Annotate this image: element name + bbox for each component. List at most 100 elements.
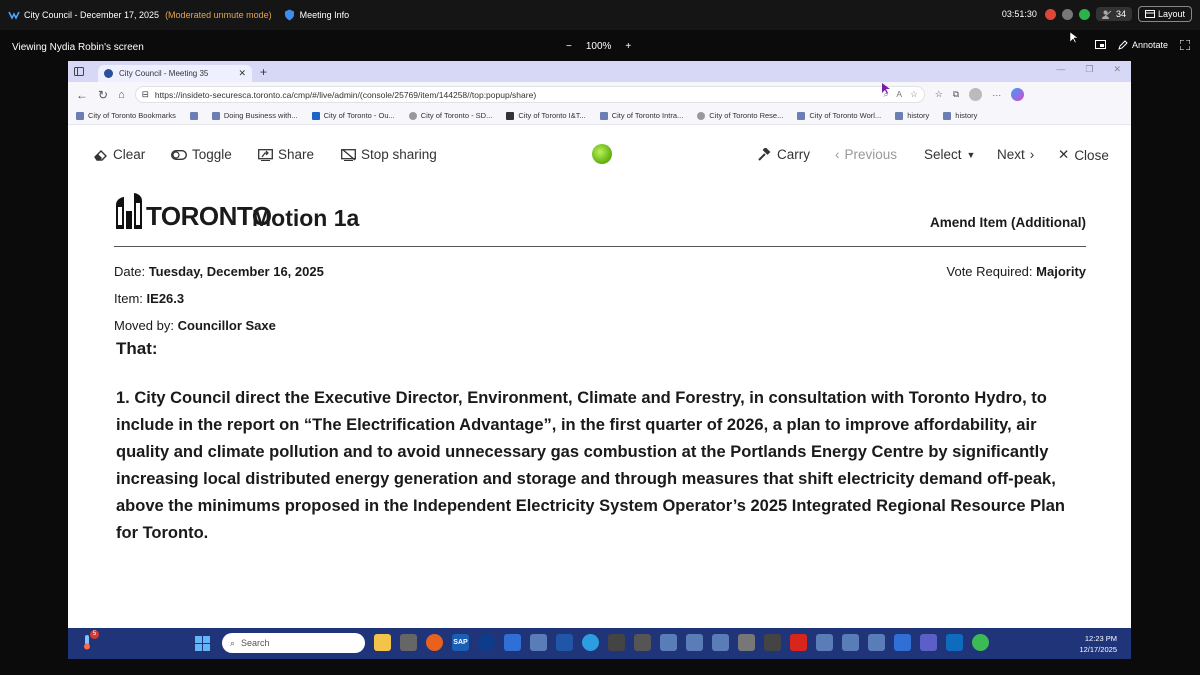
popout-icon[interactable] [1094,40,1106,50]
tab-actions-icon[interactable] [74,67,84,76]
new-tab-icon[interactable]: + [260,65,267,79]
file-explorer-icon[interactable] [374,634,391,651]
profile-avatar[interactable] [969,88,983,101]
layout-button[interactable]: Layout [1137,6,1192,22]
stop-sharing-button[interactable]: Stop sharing [341,147,437,162]
bookmark-app-icon[interactable] [660,634,677,651]
globe-icon [408,111,417,120]
share-button[interactable]: Share [258,147,314,162]
home-icon[interactable]: ⌂ [118,89,125,101]
toggle-button[interactable]: Toggle [171,147,232,162]
taskbar-clock[interactable]: 12:23 PM 12/17/2025 [1079,633,1117,655]
eraser-icon [94,149,107,161]
site-favicon-icon [104,69,113,78]
bookmark-icon [943,111,952,120]
chevron-right-icon: › [1029,147,1035,162]
item-row: Item: IE26.3 [114,291,184,306]
address-row: ← ↻ ⌂ ⊟ https://insideto-securesca.toron… [68,82,1131,107]
clear-button[interactable]: Clear [94,147,145,162]
favorites-icon[interactable]: ☆ [935,89,943,100]
browser-tab[interactable]: City Council - Meeting 35 ✕ [98,65,252,82]
window-close-icon[interactable]: ✕ [1113,64,1121,75]
bookmark-app-icon[interactable] [868,634,885,651]
globe-app-icon[interactable] [478,634,495,651]
recording-icon[interactable] [1044,8,1056,20]
moved-by-value: Councillor Saxe [177,318,276,333]
address-bar[interactable]: ⊟ https://insideto-securesca.toronto.ca/… [134,86,925,103]
meeting-info-button[interactable]: Meeting Info [300,10,350,20]
back-icon[interactable]: ← [76,88,88,102]
motion-header: TORONTO Motion 1a Amend Item (Additional… [114,191,1086,247]
teams-icon[interactable] [920,634,937,651]
chrome-icon[interactable] [972,634,989,651]
date-row: Date: Tuesday, December 16, 2025 [114,264,324,279]
app-icon[interactable] [894,634,911,651]
bookmark-item[interactable]: City of Toronto Bookmarks [76,111,176,120]
app-icon[interactable] [400,634,417,651]
bookmark-item[interactable]: City of Toronto Rese... [697,111,783,120]
edge-icon[interactable] [582,634,599,651]
windows-start-icon[interactable] [195,636,210,651]
firefox-icon[interactable] [426,634,443,651]
previous-button[interactable]: ‹ Previous [835,147,897,162]
read-aloud-icon[interactable]: A [896,89,902,100]
bookmark-app-icon[interactable] [816,634,833,651]
connection-status-icon[interactable] [1078,8,1090,20]
bookmark-item[interactable]: City of Toronto - Ou... [311,111,395,120]
sap-icon[interactable]: SAP [452,634,469,651]
bookmark-item[interactable]: history [895,111,929,120]
zoom-control: − 100% + [566,41,631,52]
bookmark-item[interactable]: City of Toronto Intra... [599,111,683,120]
layout-icon [1144,10,1155,18]
annotate-label: Annotate [1131,40,1168,50]
close-button[interactable]: ✕ Close [1058,147,1109,163]
app-icon[interactable] [738,634,755,651]
annotate-button[interactable]: Annotate [1118,40,1168,50]
meeting-timer: 03:51:30 [1001,9,1037,19]
participant-count: 34 [1115,9,1126,19]
acrobat-icon[interactable] [790,634,807,651]
next-button[interactable]: Next › [997,147,1034,162]
tab-title: City Council - Meeting 35 [119,69,209,78]
outlook-app-icon[interactable] [946,634,963,651]
app-icon[interactable] [634,634,651,651]
bookmark-app-icon[interactable] [842,634,859,651]
shared-screen: City Council - Meeting 35 ✕ + — ❐ ✕ ← ↻ … [68,61,1131,659]
bookmark-icon [599,111,608,120]
bookmark-app-icon[interactable] [712,634,729,651]
bookmark-item[interactable]: Doing Business with... [211,111,298,120]
restore-icon[interactable]: ❐ [1085,64,1093,75]
clock-time: 12:23 PM [1084,634,1117,643]
pause-icon[interactable] [1061,8,1073,20]
app-icon[interactable] [764,634,781,651]
app-icon[interactable] [608,634,625,651]
motion-type: Amend Item (Additional) [930,215,1086,230]
bookmark-app-icon[interactable] [686,634,703,651]
tab-close-icon[interactable]: ✕ [238,68,246,79]
viewing-label: Viewing Nydia Robin's screen [12,42,144,53]
select-dropdown[interactable]: Select ▼ [924,147,975,162]
bookmark-item[interactable]: City of Toronto - SD... [408,111,492,120]
bookmark-item[interactable]: City of Toronto Worl... [797,111,881,120]
moved-by-row: Moved by: Councillor Saxe [114,318,276,333]
more-menu-icon[interactable]: ··· [992,90,1001,100]
zoom-out-button[interactable]: − [566,41,572,52]
app-icon[interactable] [556,634,573,651]
refresh-icon[interactable]: ↻ [98,88,108,102]
participants-button[interactable]: 34 [1095,7,1132,21]
site-info-icon[interactable]: ⊟ [142,89,149,100]
favorite-star-icon[interactable]: ☆ [910,89,918,100]
bookmark-app-icon[interactable] [530,634,547,651]
zoom-in-button[interactable]: + [625,41,631,52]
bookmark-item[interactable]: history [943,111,977,120]
shield-icon[interactable] [284,9,295,21]
copilot-icon[interactable] [1011,88,1025,101]
minimize-icon[interactable]: — [1056,64,1065,75]
bookmark-item[interactable] [189,111,198,120]
collections-icon[interactable]: ⧉ [953,89,959,100]
app-icon[interactable] [504,634,521,651]
taskbar-search[interactable]: ⌕ Search [222,633,365,653]
bookmark-item[interactable]: City of Toronto I&T... [506,111,586,120]
carry-button[interactable]: Carry [758,147,810,162]
fullscreen-icon[interactable] [1180,40,1190,50]
